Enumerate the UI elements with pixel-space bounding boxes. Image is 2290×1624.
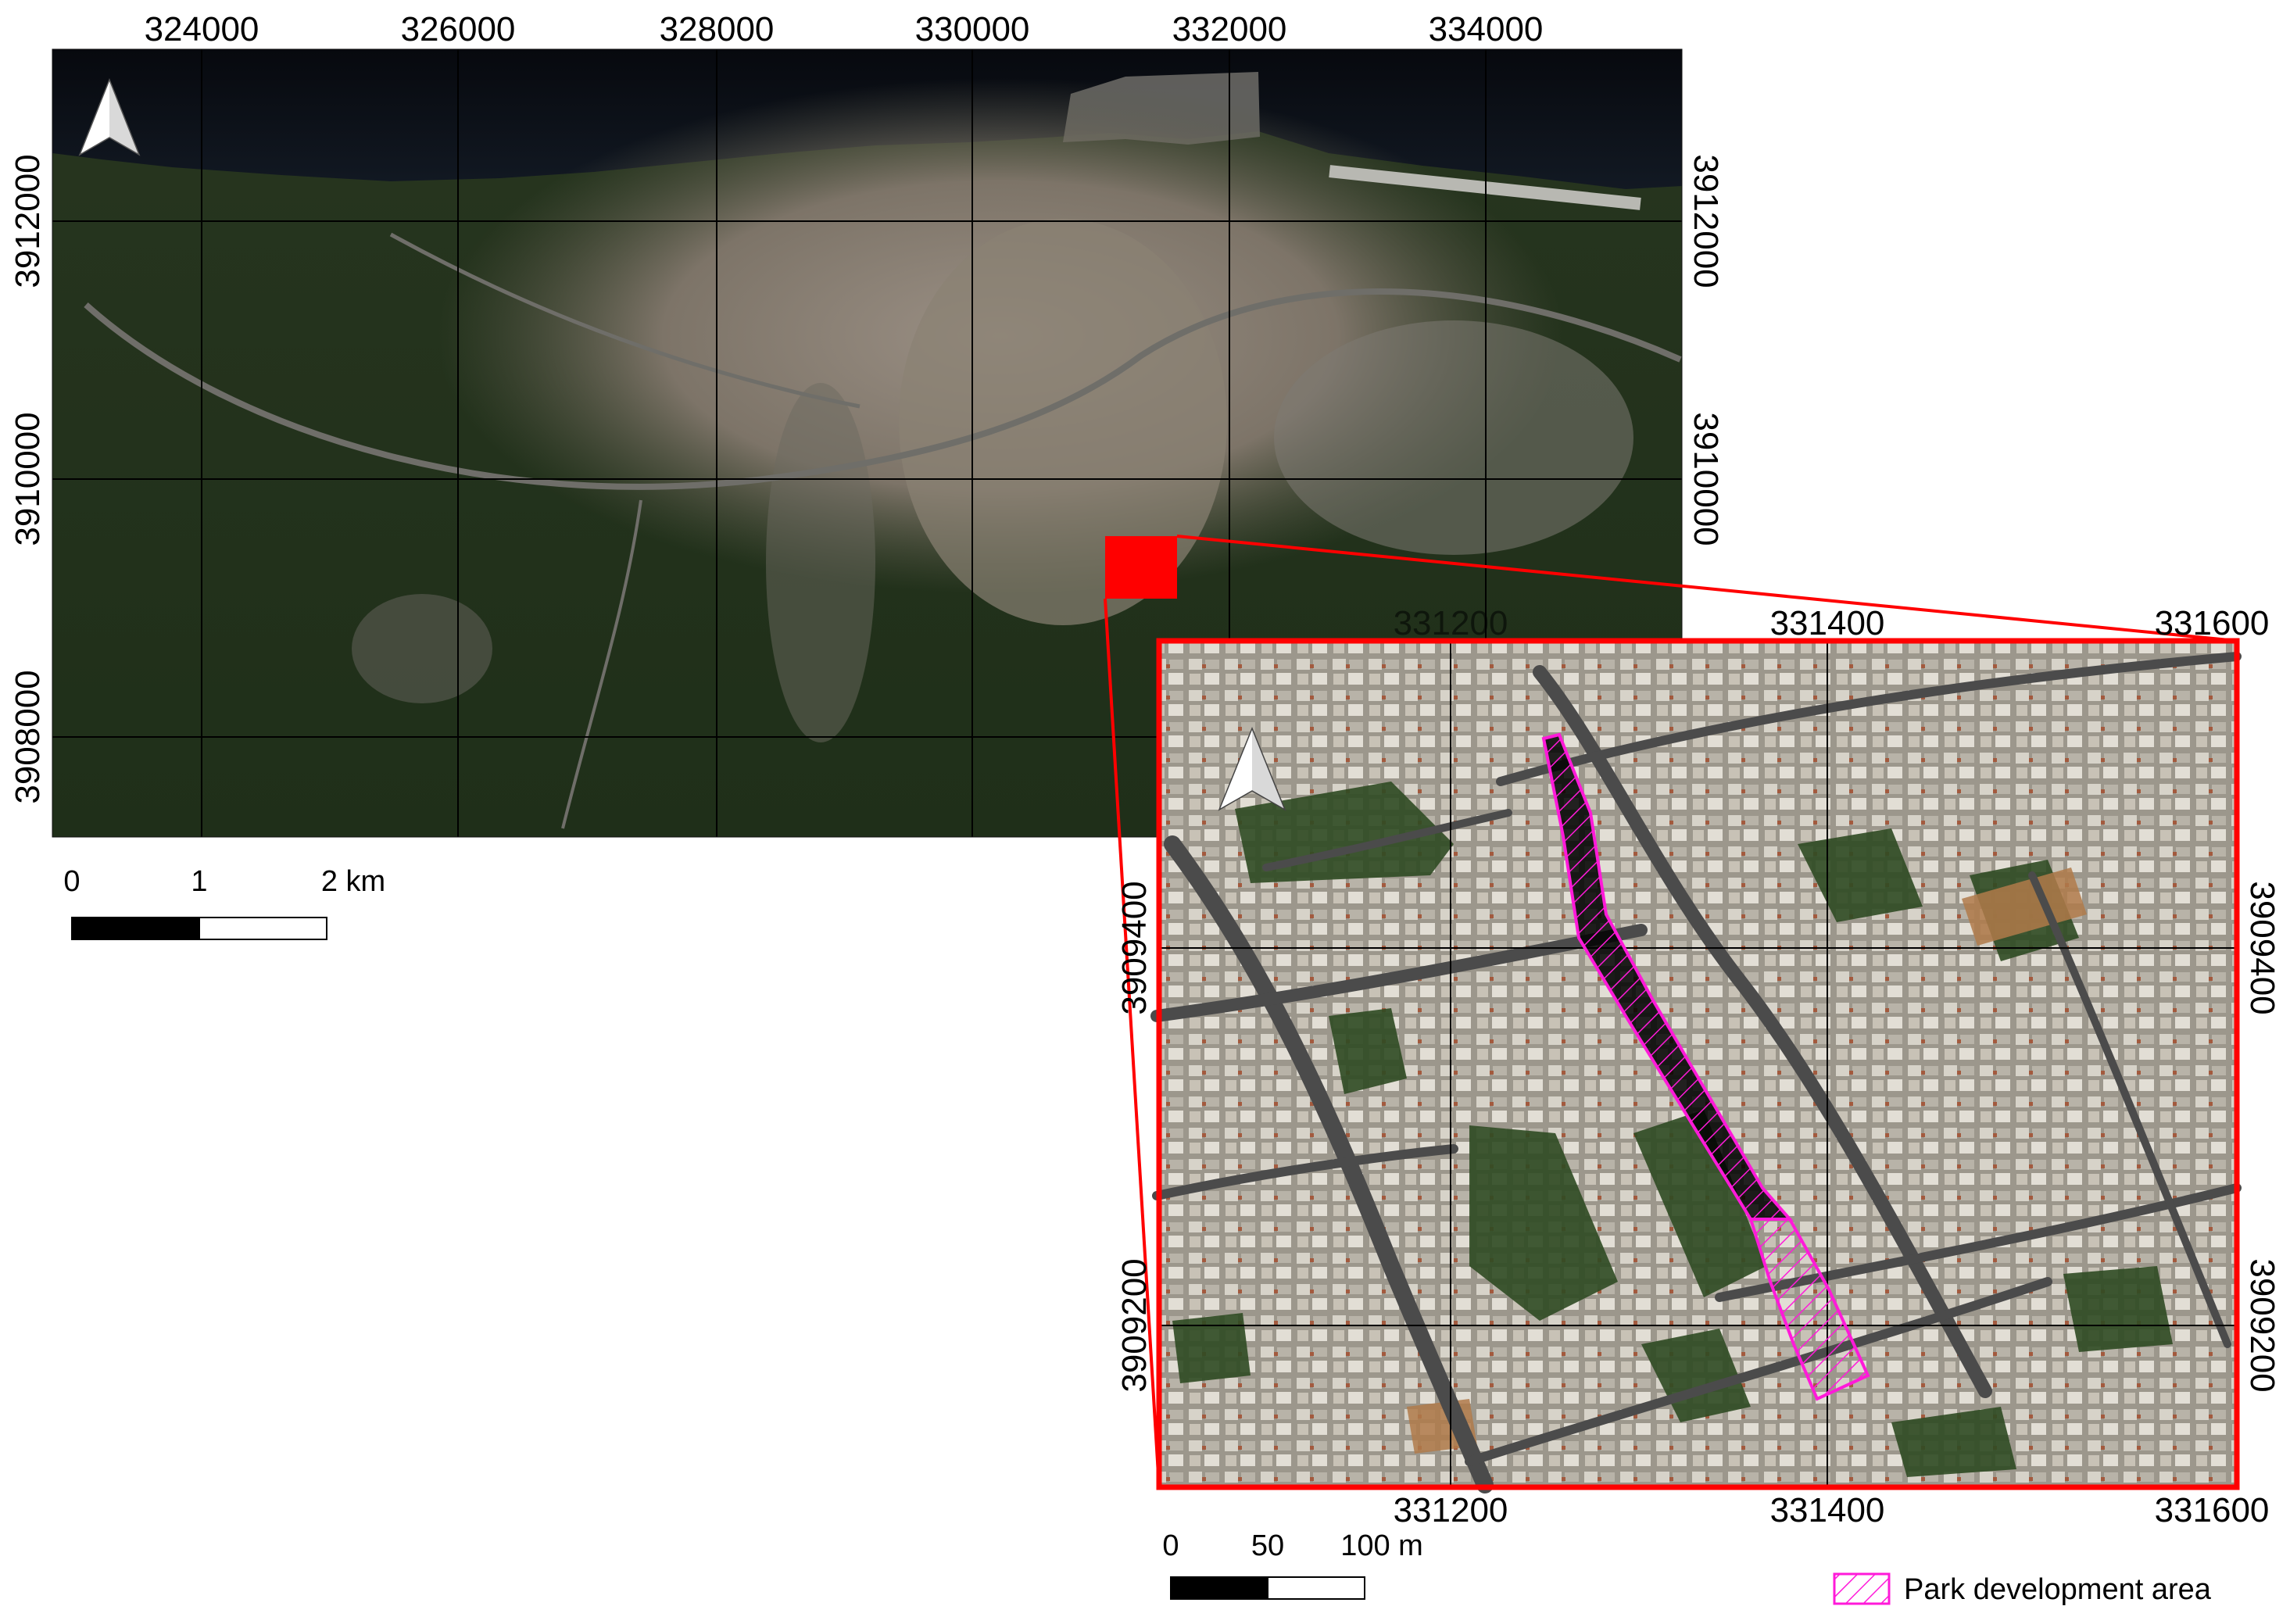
inset-top-tick: 331200 (1394, 604, 1508, 642)
legend-label: Park development area (1904, 1573, 2212, 1606)
inset-map: 331200 331400 331600 331200 331400 33160… (1115, 604, 2281, 1529)
inset-bottom-tick: 331600 (2155, 1491, 2270, 1529)
overview-x-tick: 328000 (660, 10, 775, 48)
overview-scalebar: 0 1 2 km (63, 865, 385, 940)
overview-scalebar-label: 1 (191, 865, 207, 898)
legend: Park development area (1833, 1572, 2212, 1606)
overview-scalebar-label: 0 (63, 865, 80, 898)
inset-top-tick: 331400 (1770, 604, 1885, 642)
inset-scalebar-label: 100 m (1340, 1529, 1423, 1562)
overview-y-tick-left: 3908000 (9, 670, 47, 803)
overview-y-tick-left: 3912000 (9, 154, 47, 288)
overview-x-tick: 330000 (915, 10, 1030, 48)
inset-y-tick-right: 3909200 (2243, 1258, 2281, 1392)
overview-x-tick: 324000 (145, 10, 259, 48)
inset-y-tick-right: 3909400 (2243, 881, 2281, 1014)
overview-x-tick: 332000 (1172, 10, 1287, 48)
overview-y-tick-right: 3912000 (1687, 154, 1725, 288)
hatched-polygon-icon (1833, 1572, 1891, 1605)
inset-bottom-tick: 331200 (1394, 1491, 1508, 1529)
inset-scalebar-label: 0 (1162, 1529, 1179, 1562)
overview-map-extent-box (1105, 536, 1177, 599)
inset-top-tick: 331600 (2155, 604, 2270, 642)
overview-x-tick: 334000 (1429, 10, 1544, 48)
inset-y-tick-left: 3909400 (1115, 881, 1154, 1014)
overview-y-tick-left: 3910000 (9, 412, 47, 546)
map-figure: 324000 326000 328000 330000 332000 33400… (9, 10, 2281, 1606)
inset-y-tick-left: 3909200 (1115, 1258, 1154, 1392)
overview-x-tick: 326000 (401, 10, 516, 48)
inset-bottom-tick: 331400 (1770, 1491, 1885, 1529)
overview-y-tick-right: 3910000 (1687, 412, 1725, 546)
inset-scalebar: 0 50 100 m (1162, 1529, 1423, 1600)
overview-scalebar-label: 2 km (321, 865, 385, 898)
inset-scalebar-label: 50 (1251, 1529, 1284, 1562)
